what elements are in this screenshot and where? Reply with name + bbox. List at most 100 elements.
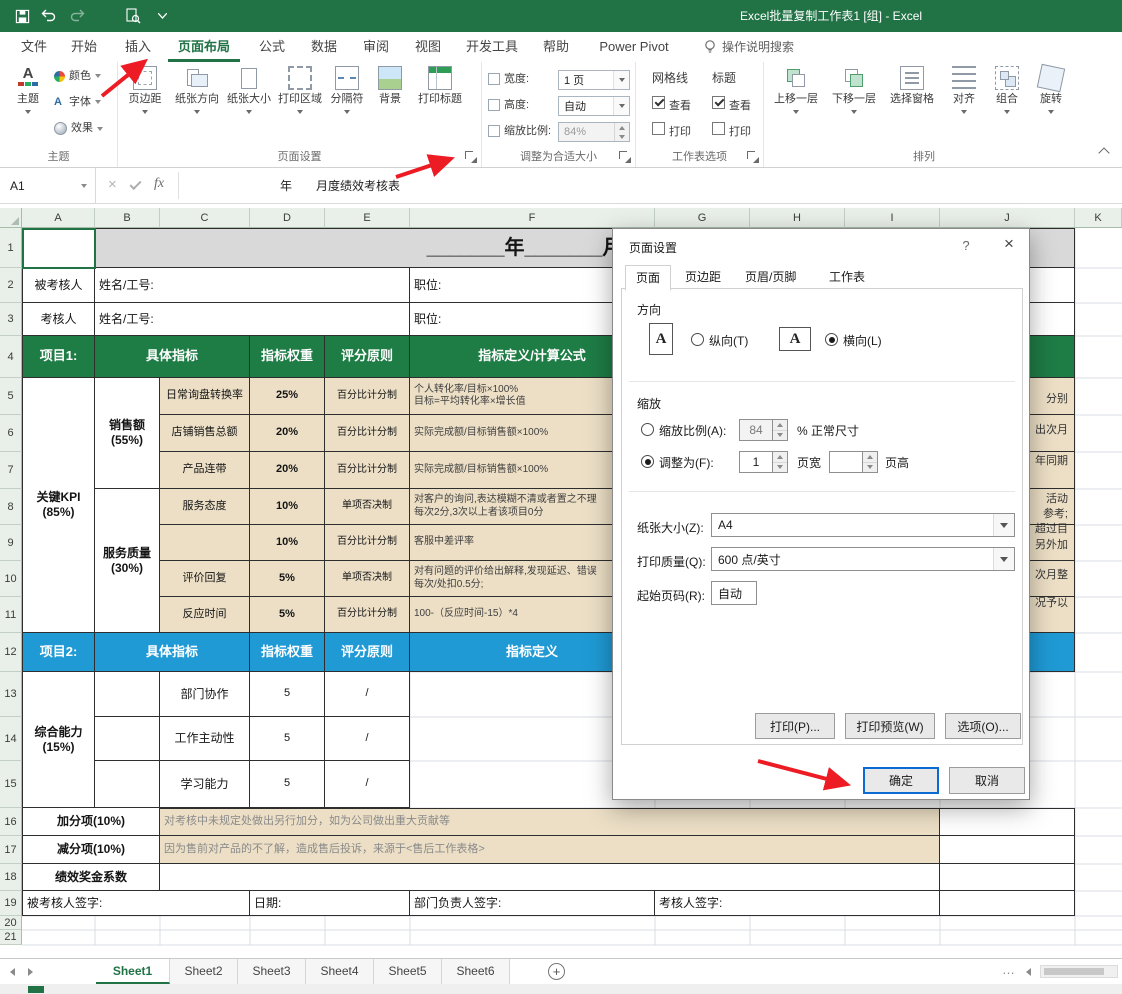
- tab-developer[interactable]: 开发工具: [460, 32, 524, 62]
- row-header[interactable]: 6: [0, 415, 22, 452]
- cell-coefficient-value[interactable]: [160, 864, 940, 891]
- fit-height-input[interactable]: [829, 451, 863, 473]
- options-button[interactable]: 选项(O)...: [945, 713, 1021, 739]
- header-weight2[interactable]: 指标权重: [250, 633, 325, 672]
- send-backward-button[interactable]: 下移一层: [826, 66, 882, 114]
- cell-kpi-name[interactable]: 产品连带: [160, 452, 250, 489]
- cell-sign-date[interactable]: 日期:: [250, 891, 410, 916]
- paper-size-dropdown-icon[interactable]: [993, 514, 1014, 536]
- page-setup-dialog-launcher[interactable]: [465, 151, 477, 163]
- dialog-tab-margins[interactable]: 页边距: [675, 267, 731, 288]
- headings-print-checkbox[interactable]: [712, 122, 725, 135]
- background-button[interactable]: 背景: [369, 66, 411, 106]
- row-header[interactable]: 7: [0, 452, 22, 489]
- theme-fonts-button[interactable]: A 字体: [54, 96, 101, 109]
- column-header[interactable]: B: [95, 208, 160, 228]
- theme-effects-button[interactable]: 效果: [54, 122, 103, 135]
- width-dropdown-icon[interactable]: [613, 71, 629, 89]
- cancel-button[interactable]: 取消: [949, 767, 1025, 794]
- sheet-tab-sheet1[interactable]: Sheet1: [96, 959, 170, 984]
- print-quality-select[interactable]: 600 点/英寸: [711, 547, 1015, 571]
- tab-file[interactable]: 文件: [14, 32, 54, 62]
- dialog-help-button[interactable]: ?: [957, 237, 975, 255]
- column-header[interactable]: I: [845, 208, 940, 228]
- tab-home[interactable]: 开始: [64, 32, 104, 62]
- row-header[interactable]: 16: [0, 808, 22, 836]
- row-header[interactable]: 19: [0, 891, 22, 916]
- width-combobox[interactable]: 1 页: [558, 70, 630, 90]
- tab-data[interactable]: 数据: [304, 32, 344, 62]
- tab-power-pivot[interactable]: Power Pivot: [590, 32, 678, 62]
- sheet-nav-right-icon[interactable]: [28, 968, 33, 976]
- scrollbar-thumb[interactable]: [1044, 968, 1104, 975]
- cell-ability-weight[interactable]: 5: [250, 761, 325, 808]
- fit-width-input[interactable]: 1: [739, 451, 773, 473]
- column-header[interactable]: F: [410, 208, 655, 228]
- tab-formulas[interactable]: 公式: [252, 32, 292, 62]
- cell-ability-rule[interactable]: /: [325, 717, 410, 761]
- themes-button[interactable]: A 主题: [6, 66, 50, 114]
- cell-kpi-weight[interactable]: 5%: [250, 597, 325, 633]
- sheet-options-dialog-launcher[interactable]: [747, 151, 759, 163]
- tab-review[interactable]: 审阅: [356, 32, 396, 62]
- cell-kpi-rule[interactable]: 单项否决制: [325, 561, 410, 597]
- header-project2[interactable]: 项目2:: [22, 633, 95, 672]
- active-cell-a1[interactable]: [22, 228, 96, 269]
- cell-penalty-text[interactable]: 因为售前对产品的不了解，造成售后投诉，来源于<售后工作表格>: [160, 836, 940, 864]
- redo-icon[interactable]: [68, 8, 86, 24]
- column-header[interactable]: G: [655, 208, 750, 228]
- row-header[interactable]: 20: [0, 916, 22, 930]
- sheet-tab-sheet3[interactable]: Sheet3: [238, 959, 306, 984]
- header-weight[interactable]: 指标权重: [250, 336, 325, 378]
- cell-kpi-name[interactable]: 反应时间: [160, 597, 250, 633]
- cell-sales-group[interactable]: 销售额 (55%): [95, 378, 160, 489]
- cell-blank[interactable]: [940, 864, 1075, 891]
- new-sheet-button[interactable]: +: [548, 963, 565, 980]
- cell-kpi-name[interactable]: 日常询盘转换率: [160, 378, 250, 415]
- landscape-label[interactable]: 横向(L): [843, 332, 882, 349]
- fit-radio[interactable]: [641, 455, 654, 468]
- cell-kpi-weight[interactable]: 25%: [250, 378, 325, 415]
- header-indicator2[interactable]: 具体指标: [95, 633, 250, 672]
- portrait-radio[interactable]: [691, 333, 704, 346]
- cell-kpi-rule[interactable]: 百分比计分制: [325, 525, 410, 561]
- fit-label[interactable]: 调整为(F):: [659, 454, 714, 471]
- cell-name-label[interactable]: 姓名/工号:: [95, 303, 410, 336]
- horizontal-scrollbar[interactable]: [1040, 965, 1118, 978]
- tab-page-layout[interactable]: 页面布局: [168, 32, 240, 62]
- cell-kpi-weight[interactable]: 20%: [250, 452, 325, 489]
- dialog-tab-header-footer[interactable]: 页眉/页脚: [735, 267, 806, 288]
- column-header[interactable]: C: [160, 208, 250, 228]
- fit-width-spinner[interactable]: [773, 451, 788, 473]
- row-header[interactable]: 12: [0, 633, 22, 672]
- cell-kpi-name[interactable]: 服务态度: [160, 489, 250, 525]
- rotate-button[interactable]: 旋转: [1028, 63, 1074, 114]
- portrait-label[interactable]: 纵向(T): [709, 332, 748, 349]
- print-preview-button[interactable]: 打印预览(W): [845, 713, 935, 739]
- formula-input[interactable]: 年 月度绩效考核表: [180, 168, 1122, 203]
- tab-insert[interactable]: 插入: [118, 32, 158, 62]
- enter-icon[interactable]: [129, 177, 142, 191]
- column-header[interactable]: H: [750, 208, 845, 228]
- fit-height-spinner[interactable]: [863, 451, 878, 473]
- cell-kpi-rule[interactable]: 百分比计分制: [325, 378, 410, 415]
- zoom-input[interactable]: 84: [739, 419, 773, 441]
- cell-blank[interactable]: [95, 761, 160, 808]
- dialog-close-button[interactable]: ×: [995, 231, 1023, 257]
- print-quality-dropdown-icon[interactable]: [993, 548, 1014, 570]
- cell-penalty-label[interactable]: 减分项(10%): [22, 836, 160, 864]
- header-rule2[interactable]: 评分原则: [325, 633, 410, 672]
- zoom-radio[interactable]: [641, 423, 654, 436]
- zoom-label[interactable]: 缩放比例(A):: [659, 422, 726, 439]
- cell-assessed-label[interactable]: 被考核人: [22, 268, 95, 303]
- cell-blank[interactable]: [940, 891, 1075, 916]
- cell-coefficient-label[interactable]: 绩效奖金系数: [22, 864, 160, 891]
- breaks-button[interactable]: 分隔符: [324, 66, 370, 114]
- print-titles-button[interactable]: 打印标题: [414, 66, 466, 106]
- column-header[interactable]: A: [22, 208, 95, 228]
- column-header[interactable]: K: [1075, 208, 1122, 228]
- row-header[interactable]: 14: [0, 717, 22, 761]
- row-header[interactable]: 3: [0, 303, 22, 336]
- header-project1[interactable]: 项目1:: [22, 336, 95, 378]
- column-header[interactable]: J: [940, 208, 1075, 228]
